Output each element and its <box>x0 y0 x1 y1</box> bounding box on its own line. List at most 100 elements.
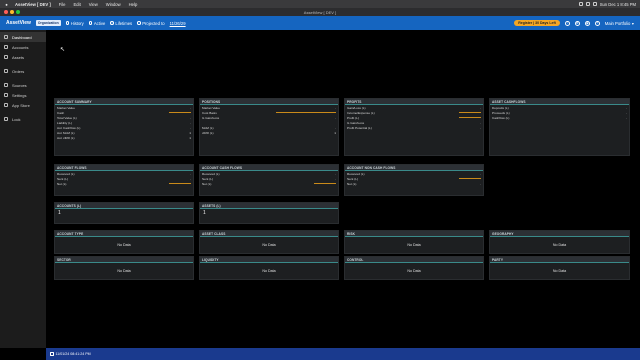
option-history[interactable]: History <box>65 21 84 26</box>
sidebar-item-accounts[interactable]: Accounts <box>0 42 46 52</box>
header-right: Register | 30 Days Left i ⚙ ◉ ? Main Por… <box>514 19 634 27</box>
apple-menu-icon[interactable]: ● <box>4 2 9 7</box>
option-projected[interactable]: Projected to <box>137 21 165 26</box>
panel-liquidity: LIQUIDITY No Data <box>199 256 339 280</box>
menu-app[interactable]: AssetView [ DEV ] <box>15 2 51 7</box>
last-updated-timestamp: 11/01/24 08:41:24 PM <box>55 352 91 356</box>
panel-account-cash-flows: ACCOUNT CASH FLOWS Received (L) - Sent (L… <box>199 164 339 196</box>
metric-row: Gain/Loss (L) - <box>347 105 481 110</box>
battery-icon[interactable] <box>585 2 590 6</box>
radio-icon <box>137 21 141 25</box>
no-data-label: No Data <box>407 269 421 273</box>
metric-row: Acc MoM (L) 1 <box>57 130 191 135</box>
sources-icon <box>4 83 8 87</box>
chevron-down-icon: ▾ <box>631 20 634 26</box>
metric-row: Net (L) <box>57 181 191 186</box>
dashboard-icon <box>4 35 8 39</box>
metric-row: Market Value - <box>202 105 336 110</box>
metric-row: Market Value - <box>57 105 191 110</box>
sparkline <box>276 112 336 113</box>
sidebar-item-lock[interactable]: Lock <box>0 114 46 124</box>
window-title: AssetView [ DEV ] <box>303 9 337 15</box>
no-data-label: No Data <box>117 243 131 247</box>
traffic-lights <box>4 10 20 14</box>
lock-icon <box>4 117 8 121</box>
metric-row: Sent (L) - <box>57 176 191 181</box>
mouse-cursor-icon: ↖ <box>60 47 66 53</box>
gear-icon <box>4 93 8 97</box>
panel-asset-cashflows: ASSET CASHFLOWS Deposits (L) - Proceeds (… <box>489 98 630 156</box>
projected-date-link[interactable]: 11/26/29 <box>170 21 186 26</box>
panel-account-flows: ACCOUNT FLOWS Received (L) - Sent (L) - Ne… <box>54 164 194 196</box>
info-icon[interactable]: i <box>564 20 570 26</box>
sidebar-item-assets[interactable]: Assets <box>0 52 46 62</box>
radio-selected-icon <box>110 21 114 25</box>
panel-sector: SECTOR No Data <box>54 256 194 280</box>
window-titlebar: AssetView [ DEV ] <box>0 8 640 16</box>
menubar-status: Sun Dec 1 8:45 PM <box>578 2 636 7</box>
panel-assets-count: ASSETS (L) 1 <box>199 202 339 224</box>
panel-risk: RISK No Data <box>344 230 484 254</box>
lock-icon[interactable] <box>50 352 54 356</box>
panel-accounts-count: ACCOUNTS (L) 1 <box>54 202 194 224</box>
menu-file[interactable]: File <box>59 2 66 7</box>
metric-row: Proceeds (L) - <box>492 110 627 115</box>
menu-help[interactable]: Help <box>129 2 138 7</box>
sidebar-item-orders[interactable]: Orders <box>0 66 46 76</box>
app-store-icon <box>4 103 8 107</box>
sidebar-item-app-store[interactable]: App Store <box>0 100 46 110</box>
sparkline <box>314 183 336 184</box>
metric-row: G Gain/Loss - <box>202 115 336 120</box>
metric-row: xIRR (L) 1 <box>202 130 336 135</box>
panel-control: CONTROL No Data <box>344 256 484 280</box>
metric-row: Sent (L) - <box>202 176 336 181</box>
sidebar: Dashboard Accounts Assets Orders Sources… <box>0 30 46 348</box>
sparkline <box>169 112 191 113</box>
register-button[interactable]: Register | 30 Days Left <box>514 19 560 27</box>
metric-row: Net (L) - <box>347 181 481 186</box>
app-logo[interactable]: AssetView <box>6 20 31 26</box>
sidebar-item-sources[interactable]: Sources <box>0 80 46 90</box>
metric-row: Net (L) <box>202 181 336 186</box>
wifi-icon[interactable] <box>578 2 583 6</box>
spotlight-icon[interactable] <box>592 2 597 6</box>
sparkline <box>459 178 481 179</box>
metric-row: Received (L) - <box>347 171 481 176</box>
panel-geography: GEOGRAPHY No Data <box>489 230 630 254</box>
sparkline <box>459 117 481 118</box>
help-icon[interactable]: ? <box>594 20 600 26</box>
menu-window[interactable]: Window <box>106 2 121 7</box>
close-window-icon[interactable] <box>4 10 8 14</box>
metric-row: Received (L) - <box>202 171 336 176</box>
radio-icon <box>88 21 93 25</box>
option-active[interactable]: Active <box>88 21 105 26</box>
metric-row: Received (L) - <box>57 171 191 176</box>
option-lifetimes[interactable]: Lifetimes <box>110 21 132 26</box>
menu-view[interactable]: View <box>89 2 98 7</box>
no-data-label: No Data <box>117 269 131 273</box>
no-data-label: No Data <box>262 243 276 247</box>
metric-row: Acc Cashflow (L) - <box>57 125 191 130</box>
app-header: AssetView Organization History Active Li… <box>0 16 640 30</box>
minimize-window-icon[interactable] <box>10 10 14 14</box>
macos-menubar: ● AssetView [ DEV ] File Edit View Windo… <box>0 0 640 8</box>
assets-icon <box>4 55 8 59</box>
zoom-window-icon[interactable] <box>16 10 20 14</box>
settings-icon[interactable]: ⚙ <box>574 20 580 26</box>
portfolio-selector[interactable]: Main Portfolio ▾ <box>605 21 634 26</box>
org-badge[interactable]: Organization <box>35 20 61 26</box>
sidebar-item-settings[interactable]: Settings <box>0 90 46 100</box>
metric-row: Total Value (L) - <box>57 115 191 120</box>
no-data-label: No Data <box>262 269 276 273</box>
sidebar-item-dashboard[interactable]: Dashboard <box>0 32 46 42</box>
panel-asset-class: ASSET CLASS No Data <box>199 230 339 254</box>
metric-row: MoM (L) - <box>202 125 336 130</box>
panel-positions: POSITIONS Market Value - Cost Basis G Gai… <box>199 98 339 156</box>
menubar-clock[interactable]: Sun Dec 1 8:45 PM <box>600 2 636 7</box>
sparkline <box>169 183 191 184</box>
menu-edit[interactable]: Edit <box>74 2 81 7</box>
metric-row: Deposits (L) - <box>492 105 627 110</box>
eye-icon[interactable]: ◉ <box>584 20 590 26</box>
metric-row: G Gain/Loss - <box>347 120 481 125</box>
accounts-icon <box>4 45 8 49</box>
